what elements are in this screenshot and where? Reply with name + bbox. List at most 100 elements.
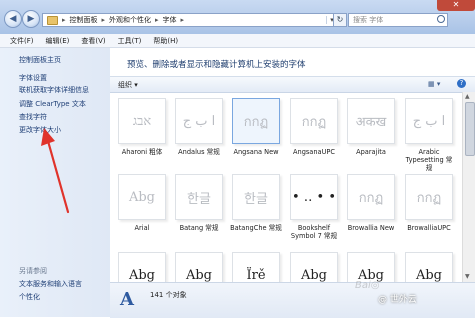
font-preview-glyph: • ‥ • • <box>291 189 337 205</box>
font-preview: กกฏ <box>232 95 285 144</box>
font-tile[interactable]: กกฏ BrowalliaUPC <box>403 174 455 232</box>
font-name: Batang 常规 <box>179 224 219 232</box>
font-preview: • ‥ • • <box>290 174 338 220</box>
font-preview-glyph: 한글 <box>244 191 268 207</box>
menu-file[interactable]: 文件(F) <box>10 36 34 46</box>
font-tile[interactable]: Abg <box>403 252 455 282</box>
font-preview: ا ب ج <box>405 95 458 144</box>
font-preview-glyph: กกฏ <box>243 114 269 130</box>
font-tile[interactable]: अकख Aparajita <box>345 95 400 156</box>
font-preview: अकख <box>347 95 400 144</box>
forward-button[interactable]: ▶ <box>22 10 40 28</box>
font-name: BrowalliaUPC <box>407 224 451 232</box>
font-name: Bookshelf Symbol 7 常规 <box>290 224 338 240</box>
font-tile[interactable]: กกฏ Browallia New <box>345 174 397 232</box>
menu-view[interactable]: 查看(V) <box>81 36 105 46</box>
scroll-up-icon[interactable]: ▲ <box>465 93 470 100</box>
chevron-icon: ▸ <box>180 16 185 24</box>
font-tile[interactable]: Abg Arial <box>116 174 168 232</box>
sidebar-item-find-character[interactable]: 查找字符 <box>19 112 47 122</box>
font-preview: ا ب ج <box>175 95 228 144</box>
chevron-icon: ▸ <box>155 16 159 24</box>
font-tile[interactable]: Abg <box>116 252 168 282</box>
back-arrow-icon: ◀ <box>9 14 17 24</box>
breadcrumb-appearance[interactable]: 外观和个性化 <box>109 15 151 25</box>
search-icon[interactable] <box>437 15 445 23</box>
font-preview: 한글 <box>232 174 280 220</box>
forward-arrow-icon: ▶ <box>27 14 35 24</box>
font-tile[interactable]: กกฏ Angsana New <box>230 95 285 156</box>
menu-edit[interactable]: 编辑(E) <box>46 36 70 46</box>
breadcrumb-control-panel[interactable]: 控制面板 <box>70 15 98 25</box>
organize-button[interactable]: 组织 ▾ <box>118 80 138 90</box>
font-tile[interactable]: ا ب ج Arabic Typesetting 常规 <box>403 95 458 172</box>
refresh-button[interactable]: ↻ <box>333 13 347 27</box>
font-tile[interactable]: • ‥ • • Bookshelf Symbol 7 常规 <box>288 174 340 240</box>
sidebar-item-font-settings[interactable]: 字体设置 <box>19 73 47 83</box>
menu-help[interactable]: 帮助(H) <box>153 36 178 46</box>
font-preview: Ïrě <box>232 252 280 282</box>
scrollbar-thumb[interactable] <box>465 102 475 156</box>
sidebar-item-control-panel-home[interactable]: 控制面板主页 <box>19 55 61 65</box>
font-preview: Abg <box>347 252 395 282</box>
baidu-watermark-logo: Bai◎ <box>355 280 380 291</box>
font-preview-glyph: กกฏ <box>416 190 442 206</box>
toolbar: 组织 ▾ ▦ ▾ ? <box>110 76 475 93</box>
back-button[interactable]: ◀ <box>4 10 22 28</box>
font-tile[interactable]: Abg <box>173 252 225 282</box>
font-name: AngsanaUPC <box>293 148 335 156</box>
font-tile[interactable]: Abg <box>288 252 340 282</box>
search-input[interactable]: 搜索 字体 <box>348 13 448 27</box>
font-preview: Abg <box>118 252 166 282</box>
status-bar: A 141 个对象 <box>110 282 475 318</box>
font-tile[interactable]: אבג Aharoni 粗体 <box>116 95 171 156</box>
sidebar: 控制面板主页 字体设置 联机获取字体详细信息 调整 ClearType 文本 查… <box>0 48 111 317</box>
font-tile[interactable]: Ïrě <box>230 252 282 282</box>
font-preview-glyph: ا ب ج <box>182 113 216 129</box>
see-also-heading: 另请参阅 <box>19 267 47 275</box>
chevron-icon: ▸ <box>101 16 106 24</box>
font-tile[interactable]: Abg <box>345 252 397 282</box>
font-preview-glyph: Ïrě <box>246 267 266 283</box>
sidebar-item-cleartype[interactable]: 调整 ClearType 文本 <box>19 99 86 109</box>
title-bar: ✕ ◀ ▶ ▸ 控制面板 ▸ 外观和个性化 ▸ 字体 ▸ ▾ ↻ 搜索 字体 <box>0 0 475 35</box>
menu-tools[interactable]: 工具(T) <box>118 36 142 46</box>
main-pane: 预览、删除或者显示和隐藏计算机上安装的字体 组织 ▾ ▦ ▾ ? אבג Ahar… <box>110 48 475 318</box>
sidebar-item-online-font-info[interactable]: 联机获取字体详细信息 <box>19 85 89 95</box>
watermark: @ 世外云 <box>378 295 417 305</box>
sidebar-item-text-services[interactable]: 文本服务和输入语言 <box>19 279 82 289</box>
address-bar[interactable]: ▸ 控制面板 ▸ 外观和个性化 ▸ 字体 ▸ ▾ <box>42 13 338 27</box>
font-tile[interactable]: 한글 BatangChe 常规 <box>230 174 282 232</box>
font-tile[interactable]: กกฏ AngsanaUPC <box>288 95 343 156</box>
font-preview-glyph: אבג <box>132 114 152 129</box>
font-name: Browallia New <box>347 224 395 232</box>
chevron-icon: ▸ <box>62 16 66 24</box>
object-count: 141 个对象 <box>150 291 187 299</box>
view-options-button[interactable]: ▦ ▾ <box>428 80 440 88</box>
font-preview-glyph: Abg <box>128 267 156 283</box>
breadcrumb-fonts[interactable]: 字体 <box>163 15 177 25</box>
font-name: Aharoni 粗体 <box>121 148 163 156</box>
font-preview-glyph: Abg <box>300 267 328 283</box>
font-name: Angsana New <box>233 148 279 156</box>
vertical-scrollbar[interactable]: ▲ ▼ <box>462 92 475 282</box>
font-name: Aparajita <box>356 148 386 156</box>
font-preview: Abg <box>118 174 166 220</box>
font-name: Arial <box>134 224 150 232</box>
font-tile[interactable]: 한글 Batang 常规 <box>173 174 225 232</box>
sidebar-item-change-font-size[interactable]: 更改字体大小 <box>19 125 61 135</box>
close-button[interactable]: ✕ <box>437 0 475 11</box>
folder-icon <box>47 15 58 25</box>
font-preview-glyph: กกฏ <box>358 190 384 206</box>
font-tile[interactable]: ا ب ج Andalus 常规 <box>173 95 228 156</box>
scroll-down-icon[interactable]: ▼ <box>465 273 470 280</box>
font-preview: Abg <box>405 252 453 282</box>
font-preview: กกฏ <box>290 95 343 144</box>
menu-bar: 文件(F) 编辑(E) 查看(V) 工具(T) 帮助(H) <box>0 34 475 48</box>
font-preview-glyph: 한글 <box>187 191 211 207</box>
page-title: 预览、删除或者显示和隐藏计算机上安装的字体 <box>127 60 306 70</box>
font-preview-glyph: Abg <box>128 189 156 205</box>
font-preview-glyph: अकख <box>355 115 387 130</box>
sidebar-item-personalization[interactable]: 个性化 <box>19 292 40 302</box>
help-icon[interactable]: ? <box>457 79 466 88</box>
